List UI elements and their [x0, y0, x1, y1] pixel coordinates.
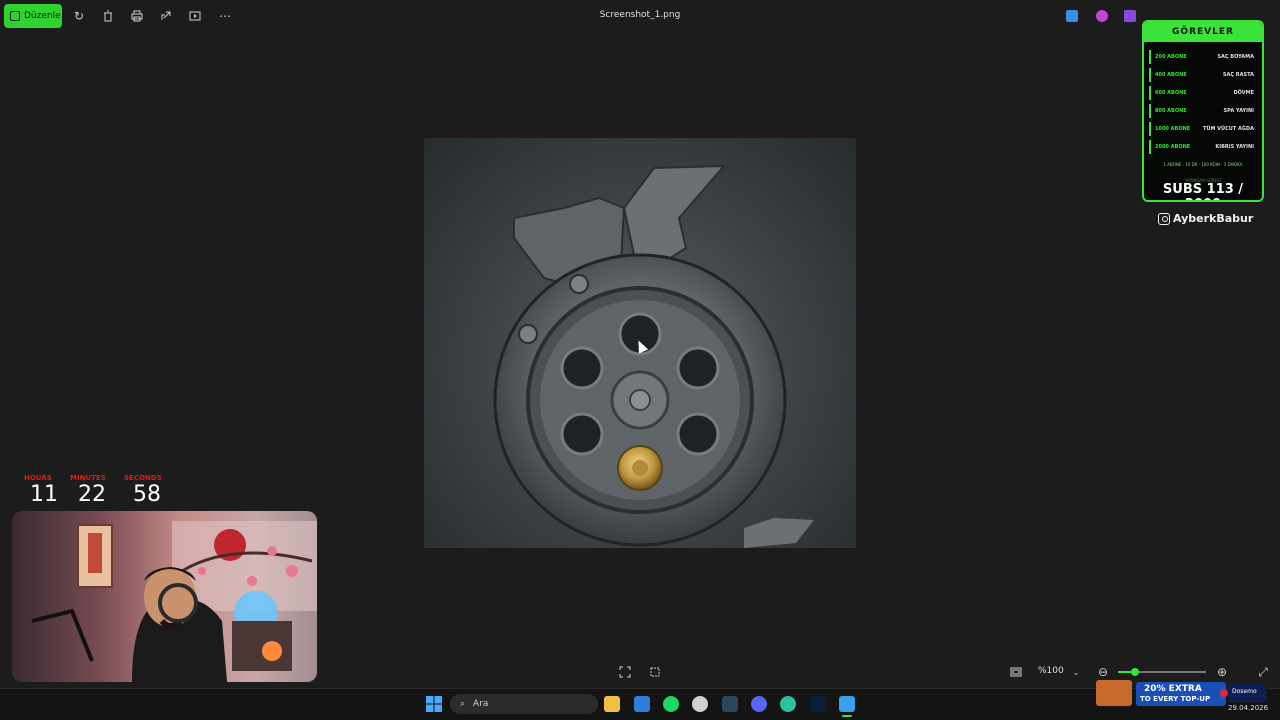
timer-seconds: 58 — [133, 482, 161, 507]
task-goal: 200 ABONE — [1155, 54, 1187, 60]
actual-size-icon[interactable] — [1008, 664, 1024, 680]
discord-icon[interactable] — [751, 696, 767, 712]
zoom-slider-knob[interactable] — [1131, 668, 1139, 676]
search-icon: ⌕ — [460, 699, 466, 709]
edge-icon[interactable] — [780, 696, 796, 712]
zoom-level[interactable]: %100 — [1038, 666, 1064, 676]
app-icon-blue[interactable] — [1066, 10, 1078, 22]
task-row: 600 ABONE DÖVME — [1149, 86, 1257, 100]
store-icon[interactable] — [634, 696, 650, 712]
task-row: 800 ABONE SPA YAYINI — [1149, 104, 1257, 118]
instagram-handle: AyberkBabur — [1158, 212, 1253, 225]
windows-start-icon[interactable] — [426, 696, 442, 712]
edit-icon — [10, 11, 20, 21]
subs-counter: SUBS 113 / 2000 — [1162, 182, 1244, 200]
tasks-header: GÖREVLER — [1144, 22, 1262, 42]
slideshow-icon[interactable] — [187, 8, 203, 24]
task-reward: TÜM VÜCUT AĞDA — [1203, 126, 1254, 132]
task-reward: KIBRIS YAYINI — [1215, 144, 1254, 150]
app-icon-gray[interactable] — [692, 696, 708, 712]
timer-minutes: 22 — [78, 482, 106, 507]
app-icon-purple[interactable] — [1096, 10, 1108, 22]
timer-seconds-label: SECONDS — [124, 474, 162, 482]
spotify-icon[interactable] — [663, 696, 679, 712]
viewer-toolbar: Düzenle ↻ ⋯ Screenshot_1.png — [0, 0, 1280, 32]
fit-to-window-icon[interactable] — [617, 664, 633, 680]
instagram-handle-text: AyberkBabur — [1173, 212, 1254, 225]
share-icon[interactable] — [158, 8, 174, 24]
promo-subline: TO EVERY TOP-UP — [1140, 695, 1211, 703]
tasks-panel: GÖREVLER 200 ABONE SAÇ BOYAMA 400 ABONE … — [1142, 20, 1264, 202]
more-icon[interactable]: ⋯ — [217, 8, 233, 24]
search-placeholder: Ara — [473, 699, 489, 709]
photos-app-icon[interactable] — [839, 696, 855, 717]
task-row: 400 ABONE SAÇ RASTA — [1149, 68, 1257, 82]
task-reward: DÖVME — [1233, 90, 1254, 96]
print-icon[interactable] — [129, 8, 145, 24]
task-goal: 400 ABONE — [1155, 72, 1187, 78]
timer-hours-label: HOURS — [24, 474, 52, 482]
taskbar-search[interactable]: ⌕ Ara — [450, 694, 598, 714]
instagram-icon — [1158, 212, 1170, 225]
select-area-icon[interactable] — [647, 664, 663, 680]
timer-minutes-label: MINUTES — [70, 474, 106, 482]
task-reward: SPA YAYINI — [1223, 108, 1254, 114]
task-row: 200 ABONE SAÇ BOYAMA — [1149, 50, 1257, 64]
task-reward: SAÇ RASTA — [1222, 72, 1254, 78]
promo-brand: Dosemo — [1232, 688, 1257, 695]
edit-button-label: Düzenle — [24, 11, 61, 21]
viewer-bottom-bar: ⌄ ⊖ ⊕ ⤢ — [0, 656, 1280, 688]
task-row: 2000 ABONE KIBRIS YAYINI — [1149, 140, 1257, 154]
file-title: Screenshot_1.png — [599, 10, 681, 20]
task-goal: 600 ABONE — [1155, 90, 1187, 96]
zoom-dropdown-chevron-icon[interactable]: ⌄ — [1068, 664, 1084, 680]
promo-headline: 20% EXTRA — [1144, 684, 1202, 694]
task-reward: SAÇ BOYAMA — [1217, 54, 1254, 60]
edit-button[interactable]: Düzenle — [4, 4, 62, 28]
app-icon-violet[interactable] — [1124, 10, 1136, 22]
task-row: 1000 ABONE TÜM VÜCUT AĞDA — [1149, 122, 1257, 136]
trash-icon[interactable] — [100, 8, 116, 24]
task-goal: 2000 ABONE — [1155, 144, 1191, 150]
rotate-icon[interactable]: ↻ — [71, 8, 87, 24]
file-explorer-icon[interactable] — [604, 696, 620, 712]
timer-hours: 11 — [30, 482, 58, 507]
task-goal: 800 ABONE — [1155, 108, 1187, 114]
tasks-note: 1 ABONE - 10 DK · 100 KOIN - 5 DAKIKA — [1163, 162, 1243, 167]
task-goal: 1000 ABONE — [1155, 126, 1191, 132]
taskbar-date: 29.04.2026 — [1228, 704, 1269, 712]
photoshop-icon[interactable] — [810, 696, 826, 712]
steam-icon[interactable] — [722, 696, 738, 712]
